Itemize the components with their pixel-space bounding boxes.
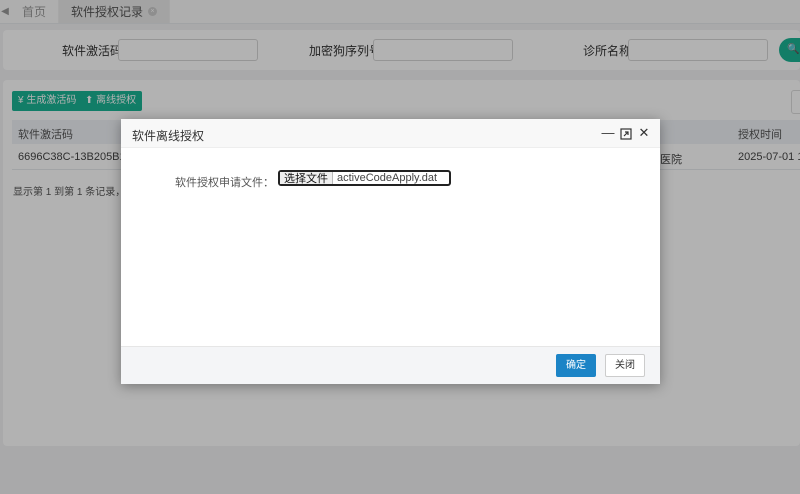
- dialog-header: 软件离线授权 — ✕: [121, 119, 660, 148]
- confirm-button[interactable]: 确定: [556, 354, 596, 377]
- choose-file-button[interactable]: 选择文件: [280, 172, 333, 185]
- selected-file-name: activeCodeApply.dat: [337, 172, 438, 184]
- dialog-title: 软件离线授权: [132, 129, 205, 143]
- offline-license-dialog: 软件离线授权 — ✕ 软件授权申请文件： 选择文件 activeCodeAppl…: [121, 119, 660, 384]
- maximize-icon[interactable]: [619, 126, 633, 140]
- close-button[interactable]: 关闭: [605, 354, 645, 377]
- dialog-footer: 确定 关闭: [121, 346, 660, 384]
- minimize-icon[interactable]: —: [601, 126, 615, 140]
- license-file-label: 软件授权申请文件：: [175, 177, 274, 189]
- license-file-input[interactable]: 选择文件 activeCodeApply.dat: [278, 170, 451, 186]
- close-icon[interactable]: ✕: [637, 126, 651, 140]
